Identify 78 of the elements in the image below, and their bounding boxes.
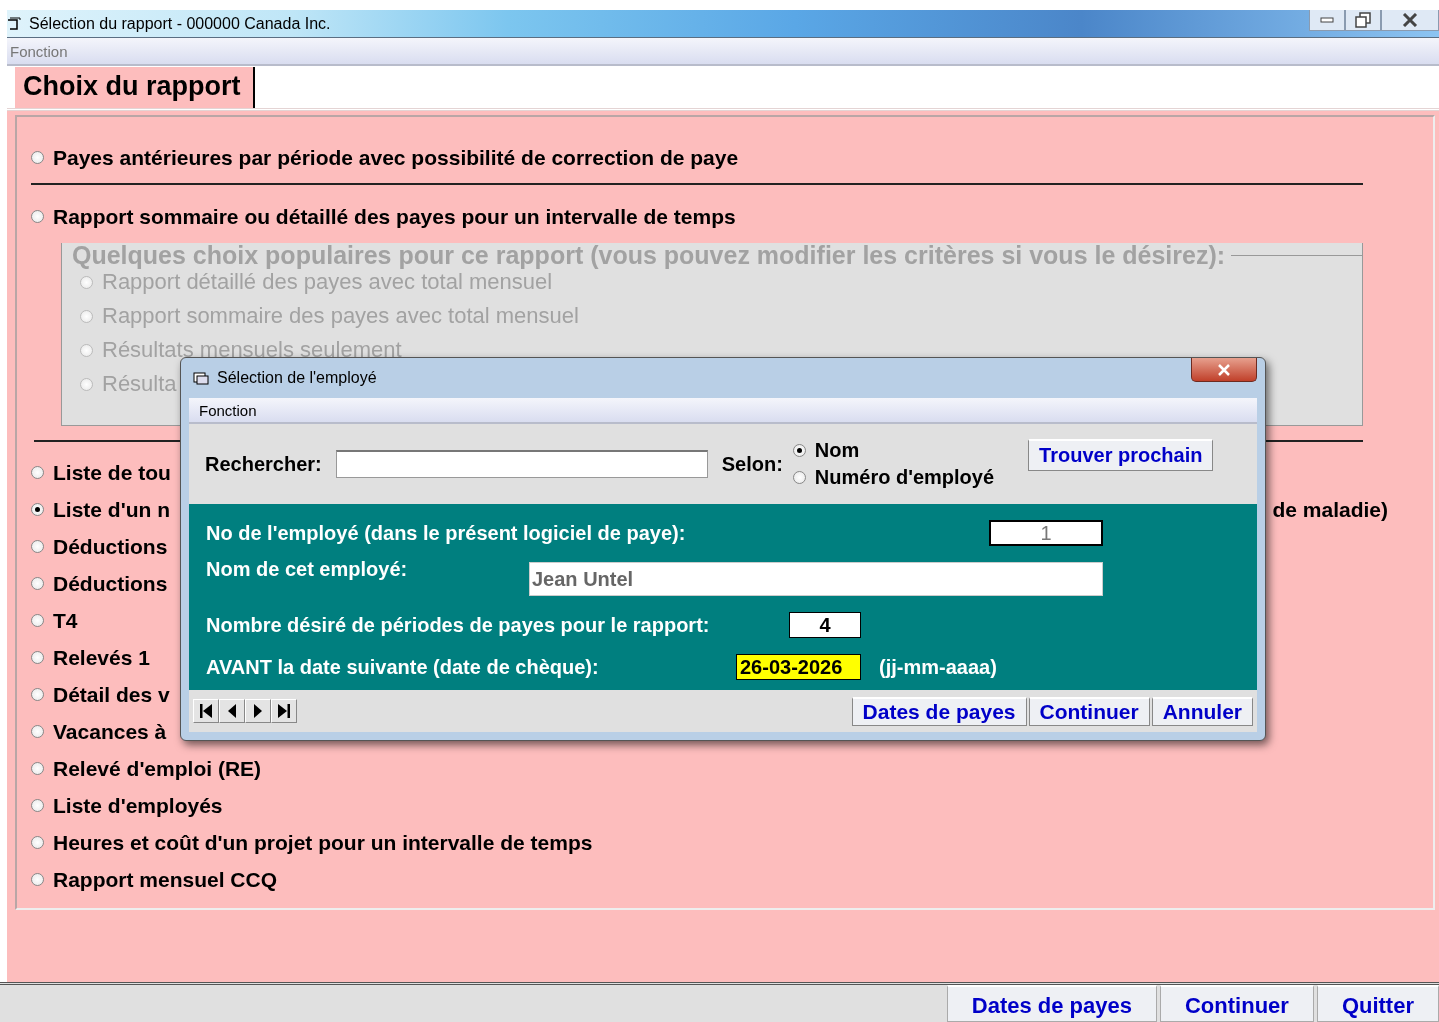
radio-button[interactable] — [31, 651, 44, 664]
dialog-button[interactable]: Dates de payes — [851, 696, 1027, 726]
prev-record-button[interactable] — [219, 699, 245, 723]
radio-button[interactable] — [31, 503, 44, 516]
minimize-icon — [1320, 17, 1334, 23]
dialog-button[interactable]: Continuer — [1028, 696, 1150, 726]
radio-label: Nom — [814, 439, 860, 462]
menu-item[interactable]: Fonction — [189, 401, 257, 419]
restore-icon — [1355, 12, 1371, 28]
option-label: Liste de tou — [53, 460, 171, 485]
option-label: Heures et coût d'un projet pour un intervalle de temps — [53, 830, 593, 855]
input-field[interactable]: 1 — [989, 520, 1103, 546]
footer-button[interactable]: Dates de payes — [946, 985, 1157, 1022]
option-label: Déductions — [53, 534, 168, 559]
window-icon — [193, 371, 209, 385]
radio-button[interactable] — [31, 873, 44, 886]
radio-button[interactable] — [31, 725, 44, 738]
radio-button[interactable] — [31, 540, 44, 553]
minimize-button[interactable] — [1309, 10, 1345, 31]
option-label: Liste d'employés — [53, 793, 223, 818]
close-button[interactable] — [1381, 10, 1439, 31]
field-label: No de l'employé (dans le présent logiciel de paye): — [206, 521, 687, 545]
dialog-title: Sélection de l'employé — [217, 369, 377, 387]
close-icon — [1217, 363, 1231, 376]
option-label: Rapport sommaire des payes avec total mensuel — [102, 303, 579, 329]
radio-label: Numéro d'employé — [814, 466, 995, 489]
next-record-button[interactable] — [245, 699, 271, 723]
radio-button[interactable] — [31, 577, 44, 590]
radio-button[interactable] — [31, 151, 44, 164]
option-label: Résulta — [102, 371, 177, 397]
field-label: Nombre désiré de périodes de payes pour le rapport: — [206, 613, 711, 637]
option-label: Rapport détaillé des payes avec total mensuel — [102, 269, 553, 295]
radio-button[interactable] — [31, 466, 44, 479]
option-label: Relevés 1 — [53, 645, 150, 670]
input-field[interactable]: 26-03-2026 — [736, 654, 861, 680]
field-label: AVANT la date suivante (date de chèque): — [206, 655, 600, 679]
format-hint: (jj-mm-aaaa) — [879, 655, 998, 679]
dialog-button[interactable]: Annuler — [1151, 696, 1253, 726]
option-label: Rapport mensuel CCQ — [53, 867, 278, 892]
window-title: Sélection du rapport - 000000 Canada Inc. — [29, 14, 331, 33]
footer-button[interactable]: Continuer — [1160, 985, 1314, 1022]
footer-button[interactable]: Quitter — [1316, 985, 1439, 1022]
radio-button[interactable] — [31, 762, 44, 775]
option-label: Vacances à — [53, 719, 167, 744]
first-record-button[interactable] — [193, 699, 219, 723]
option-label: T4 — [53, 608, 78, 633]
find-next-button[interactable]: Trouver prochain — [1028, 439, 1214, 471]
radio-button[interactable] — [31, 836, 44, 849]
close-icon — [1402, 13, 1418, 27]
group-legend: Quelques choix populaires pour ce rapport (vous pouvez modifier les critères si vous le désirez): — [72, 241, 1232, 270]
radio-button[interactable] — [31, 614, 44, 627]
radio-button[interactable] — [31, 799, 44, 812]
window-icon — [7, 16, 21, 31]
option-label: Détail des v — [53, 682, 170, 707]
restore-button[interactable] — [1345, 10, 1381, 31]
radio-button[interactable] — [792, 444, 806, 457]
field-label: Nom de cet employé: — [206, 557, 409, 581]
radio-button[interactable] — [31, 688, 44, 701]
search-by-label: Selon: — [721, 452, 783, 476]
search-field[interactable] — [335, 450, 708, 478]
last-record-button[interactable] — [271, 699, 297, 723]
search-label: Rechercher: — [205, 452, 322, 476]
input-field[interactable]: 4 — [789, 612, 861, 638]
input-field[interactable]: Jean Untel — [529, 562, 1103, 596]
tab[interactable]: Choix du rapport — [15, 67, 255, 108]
radio-button[interactable] — [792, 471, 806, 484]
option-label: Relevé d'emploi (RE) — [53, 756, 262, 781]
right-triangle-icon — [277, 703, 291, 719]
option-label: de maladie) — [1272, 497, 1388, 522]
menu-item[interactable]: Fonction — [7, 42, 68, 60]
option-label: Rapport sommaire ou détaillé des payes pour un intervalle de temps — [53, 204, 736, 229]
left-triangle-icon — [199, 703, 213, 719]
close-button[interactable] — [1191, 358, 1257, 382]
radio-button[interactable] — [31, 210, 44, 223]
option-label: Résultats mensuels seulement — [102, 337, 402, 363]
option-label: Liste d'un n — [53, 497, 170, 522]
option-label: Déductions — [53, 571, 168, 596]
option-label: Payes antérieures par période avec possibilité de correction de paye — [53, 145, 739, 170]
